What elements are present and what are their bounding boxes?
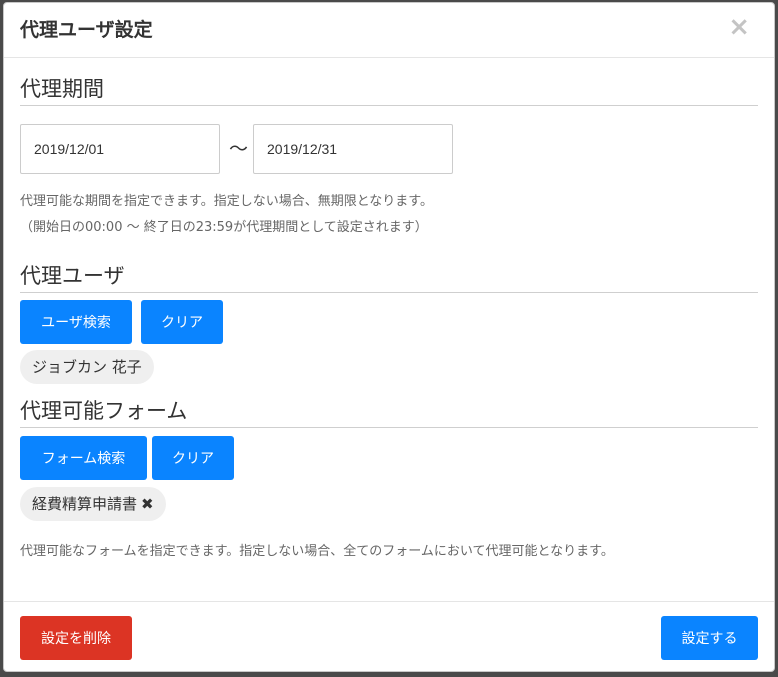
delete-settings-button[interactable]: 設定を削除: [20, 616, 132, 660]
period-heading: 代理期間: [20, 75, 758, 106]
selected-user-label: ジョブカン 花子: [32, 358, 142, 376]
close-icon[interactable]: ×: [728, 13, 750, 41]
form-search-button[interactable]: フォーム検索: [20, 436, 147, 480]
modal-footer: 設定を削除 設定する: [4, 601, 774, 671]
modal-title: 代理ユーザ設定: [20, 19, 153, 41]
selected-form-label: 経費精算申請書: [32, 495, 138, 513]
proxy-user-settings-modal: 代理ユーザ設定 × 代理期間 〜 代理可能な期間を指定できます。指定しない場合、…: [3, 2, 775, 672]
selected-form-tag: 経費精算申請書 ✖: [20, 487, 166, 521]
date-separator: 〜: [229, 138, 249, 160]
submit-settings-button[interactable]: 設定する: [661, 616, 758, 660]
user-search-button[interactable]: ユーザ検索: [20, 300, 132, 344]
remove-form-icon[interactable]: ✖: [141, 495, 154, 513]
period-help-line2: （開始日の00:00 〜 終了日の23:59が代理期間として設定されます）: [20, 220, 428, 235]
start-date-input[interactable]: [20, 124, 220, 174]
user-clear-button[interactable]: クリア: [141, 300, 223, 344]
form-clear-button[interactable]: クリア: [152, 436, 234, 480]
selected-user-tag: ジョブカン 花子: [20, 350, 154, 384]
period-help-line1: 代理可能な期間を指定できます。指定しない場合、無期限となります。: [20, 194, 434, 209]
end-date-input[interactable]: [253, 124, 453, 174]
forms-heading: 代理可能フォーム: [20, 397, 758, 428]
modal-header: 代理ユーザ設定 ×: [4, 3, 774, 58]
proxy-user-heading: 代理ユーザ: [20, 262, 758, 293]
forms-help: 代理可能なフォームを指定できます。指定しない場合、全てのフォームにおいて代理可能…: [20, 544, 614, 559]
